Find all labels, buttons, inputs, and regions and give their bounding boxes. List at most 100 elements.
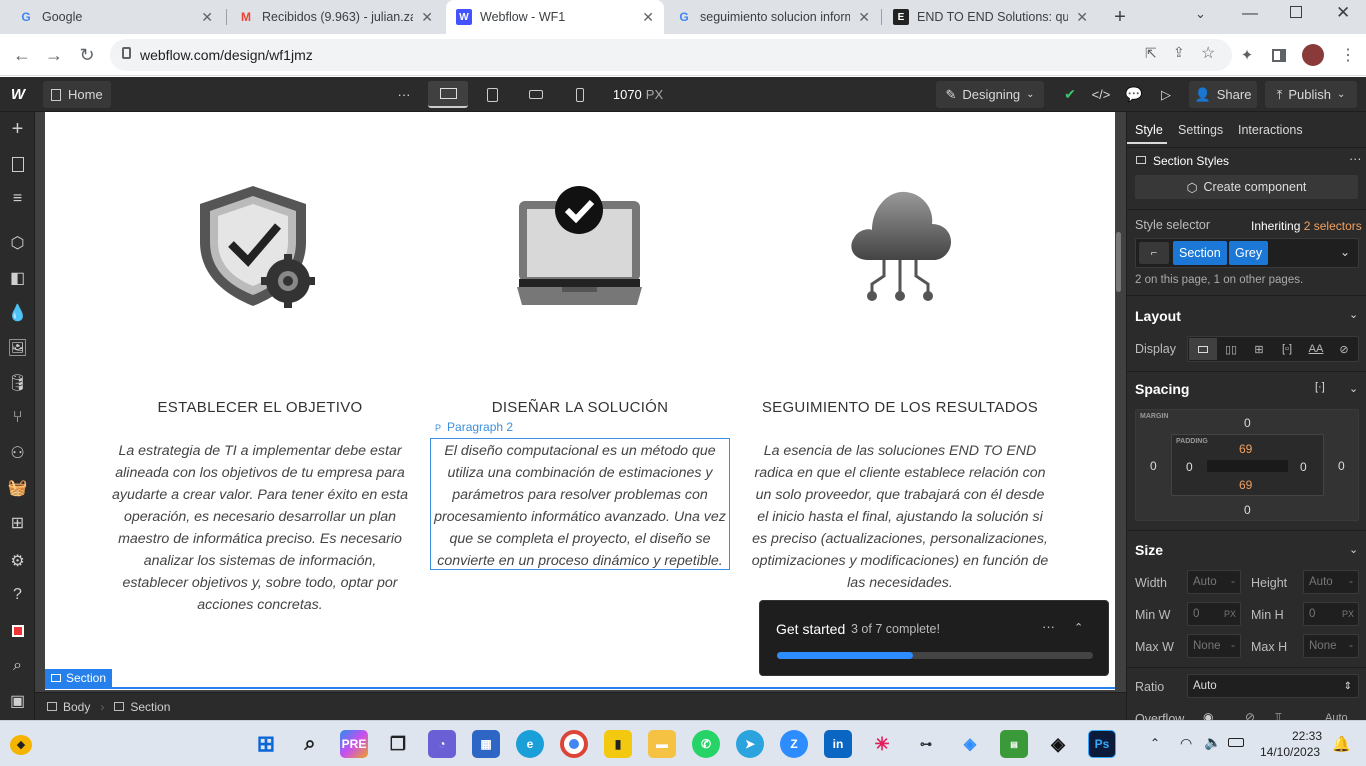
- margin-left[interactable]: 0: [1150, 459, 1157, 473]
- close-icon[interactable]: ✕: [421, 9, 433, 26]
- avatar[interactable]: [1302, 44, 1324, 66]
- max-height-input[interactable]: None -: [1303, 634, 1359, 658]
- tablet-breakpoint-icon[interactable]: [478, 81, 506, 108]
- more-options-icon[interactable]: ···: [1349, 152, 1362, 166]
- create-component-button[interactable]: ⬡ Create component: [1135, 175, 1358, 199]
- overflow-visible-icon[interactable]: ◉: [1203, 710, 1213, 720]
- margin-top[interactable]: 0: [1244, 416, 1251, 430]
- section-badge[interactable]: Section: [45, 669, 113, 687]
- close-icon[interactable]: ✕: [201, 9, 213, 26]
- back-arrow-icon[interactable]: ←: [8, 41, 36, 69]
- more-options-icon[interactable]: ···: [1042, 619, 1055, 634]
- open-in-app-icon[interactable]: ⇱: [1145, 45, 1157, 62]
- share-icon[interactable]: ⇪: [1173, 44, 1185, 61]
- audit-icon[interactable]: [0, 616, 35, 646]
- bookmark-star-icon[interactable]: ☆: [1201, 43, 1215, 63]
- tab-webflow[interactable]: W Webflow - WF1 ✕: [446, 0, 664, 34]
- chevron-up-icon[interactable]: ⌃: [1150, 736, 1160, 750]
- reload-icon[interactable]: ↻: [73, 41, 101, 69]
- variables-icon[interactable]: 💧: [0, 298, 35, 328]
- chevron-up-icon[interactable]: ⌃: [1074, 621, 1083, 634]
- task-view-icon[interactable]: ❐: [384, 730, 412, 758]
- zoom-icon[interactable]: Z: [780, 730, 808, 758]
- chevron-down-icon[interactable]: ⌄: [1349, 382, 1358, 395]
- padding-left[interactable]: 0: [1186, 460, 1193, 474]
- battery-icon[interactable]: [1228, 738, 1244, 747]
- chrome-icon[interactable]: [560, 730, 588, 758]
- mobile-portrait-icon[interactable]: [566, 81, 594, 108]
- tab-settings[interactable]: Settings: [1178, 123, 1223, 137]
- power-bi-icon[interactable]: ▮: [604, 730, 632, 758]
- close-icon[interactable]: ✕: [1076, 9, 1088, 26]
- close-window-button[interactable]: ✕: [1336, 3, 1350, 23]
- help-icon[interactable]: ?: [0, 580, 35, 610]
- store-icon[interactable]: ▦: [472, 730, 500, 758]
- wifi-icon[interactable]: ◠: [1180, 735, 1192, 752]
- check-circle-icon[interactable]: ✔: [1058, 81, 1082, 108]
- clock-time[interactable]: 22:33: [1292, 729, 1322, 743]
- heading-establecer[interactable]: ESTABLECER EL OBJETIVO: [110, 399, 410, 416]
- display-inline-icon[interactable]: AA: [1302, 338, 1330, 360]
- clock-date[interactable]: 14/10/2023: [1260, 745, 1320, 759]
- code-icon[interactable]: </>: [1088, 81, 1114, 108]
- publish-button[interactable]: ⤒ Publish ⌄: [1265, 81, 1357, 108]
- paragraph-1[interactable]: La estrategia de TI a implementar debe e…: [110, 440, 410, 616]
- tab-interactions[interactable]: Interactions: [1238, 123, 1303, 137]
- size-heading[interactable]: Size: [1135, 542, 1163, 558]
- styles-icon[interactable]: ◧: [0, 263, 35, 293]
- minimize-button[interactable]: —: [1242, 5, 1258, 23]
- search-icon[interactable]: ⌕: [0, 651, 35, 681]
- menu-kebab-icon[interactable]: ⋮: [1334, 41, 1362, 69]
- min-height-input[interactable]: 0 PX: [1303, 602, 1359, 626]
- display-block-icon[interactable]: [1189, 338, 1217, 360]
- webflow-logo-icon[interactable]: W: [6, 81, 30, 108]
- more-options-button[interactable]: ···: [390, 81, 418, 108]
- extensions-icon[interactable]: ✦: [1233, 41, 1261, 69]
- selector-state-icon[interactable]: ⌐: [1139, 242, 1169, 264]
- photoshop-icon[interactable]: Ps: [1088, 730, 1116, 758]
- overflow-auto-label[interactable]: Auto: [1325, 712, 1348, 720]
- share-button[interactable]: 👤 Share: [1189, 81, 1257, 108]
- logic-icon[interactable]: ⑂: [0, 403, 35, 433]
- forward-arrow-icon[interactable]: →: [40, 41, 68, 69]
- height-input[interactable]: Auto -: [1303, 570, 1359, 594]
- video-tutorials-icon[interactable]: ▣: [0, 686, 35, 716]
- file-explorer-icon[interactable]: ▬: [648, 730, 676, 758]
- designing-mode-dropdown[interactable]: ✎ Designing ⌄: [936, 81, 1044, 108]
- slack-icon[interactable]: ✳: [868, 730, 896, 758]
- overflow-hidden-icon[interactable]: ⊘: [1245, 710, 1255, 720]
- spacing-preset-icon[interactable]: [·]: [1315, 381, 1325, 393]
- ratio-select[interactable]: Auto ⇕: [1187, 674, 1359, 698]
- paragraph-2[interactable]: El diseño computacional es un método que…: [430, 440, 730, 572]
- volume-icon[interactable]: 🔈: [1204, 734, 1221, 751]
- spacing-heading[interactable]: Spacing: [1135, 381, 1189, 397]
- padding-right[interactable]: 0: [1300, 460, 1307, 474]
- overflow-scroll-icon[interactable]: ⫪: [1275, 710, 1282, 720]
- ecommerce-icon[interactable]: 🧺: [0, 473, 35, 503]
- tab-seguimiento[interactable]: G seguimiento solucion inform ✕: [666, 0, 880, 34]
- chevron-down-icon[interactable]: ⌄: [1349, 308, 1358, 321]
- close-icon[interactable]: ✕: [642, 9, 654, 26]
- mobile-landscape-icon[interactable]: [522, 81, 550, 108]
- display-grid-icon[interactable]: ⊞: [1245, 338, 1273, 360]
- canvas-scrollbar[interactable]: [1116, 232, 1121, 292]
- app-green-icon[interactable]: ▤: [1000, 730, 1028, 758]
- display-none-icon[interactable]: ⊘: [1330, 338, 1358, 360]
- width-input[interactable]: Auto -: [1187, 570, 1241, 594]
- pages-icon[interactable]: [0, 149, 35, 179]
- tab-end-to-end[interactable]: E END TO END Solutions: qué ✕: [883, 0, 1098, 34]
- apps-icon[interactable]: ⊞: [0, 508, 35, 538]
- chevron-down-icon[interactable]: ⌄: [1340, 245, 1350, 259]
- maximize-button[interactable]: [1290, 6, 1302, 18]
- notification-bell-icon[interactable]: 🔔: [1332, 735, 1351, 753]
- copilot-icon[interactable]: PRE: [340, 730, 368, 758]
- settings-gear-icon[interactable]: ⚙: [0, 546, 35, 576]
- page-selector[interactable]: Home: [43, 81, 111, 108]
- chat-icon[interactable]: ◔: [428, 730, 456, 758]
- margin-bottom[interactable]: 0: [1244, 503, 1251, 517]
- paragraph-3[interactable]: La esencia de las soluciones END TO END …: [750, 440, 1050, 594]
- breadcrumb-body[interactable]: Body: [47, 700, 90, 714]
- padding-bottom[interactable]: 69: [1239, 478, 1252, 492]
- close-icon[interactable]: ✕: [858, 9, 870, 26]
- whatsapp-icon[interactable]: ✆: [692, 730, 720, 758]
